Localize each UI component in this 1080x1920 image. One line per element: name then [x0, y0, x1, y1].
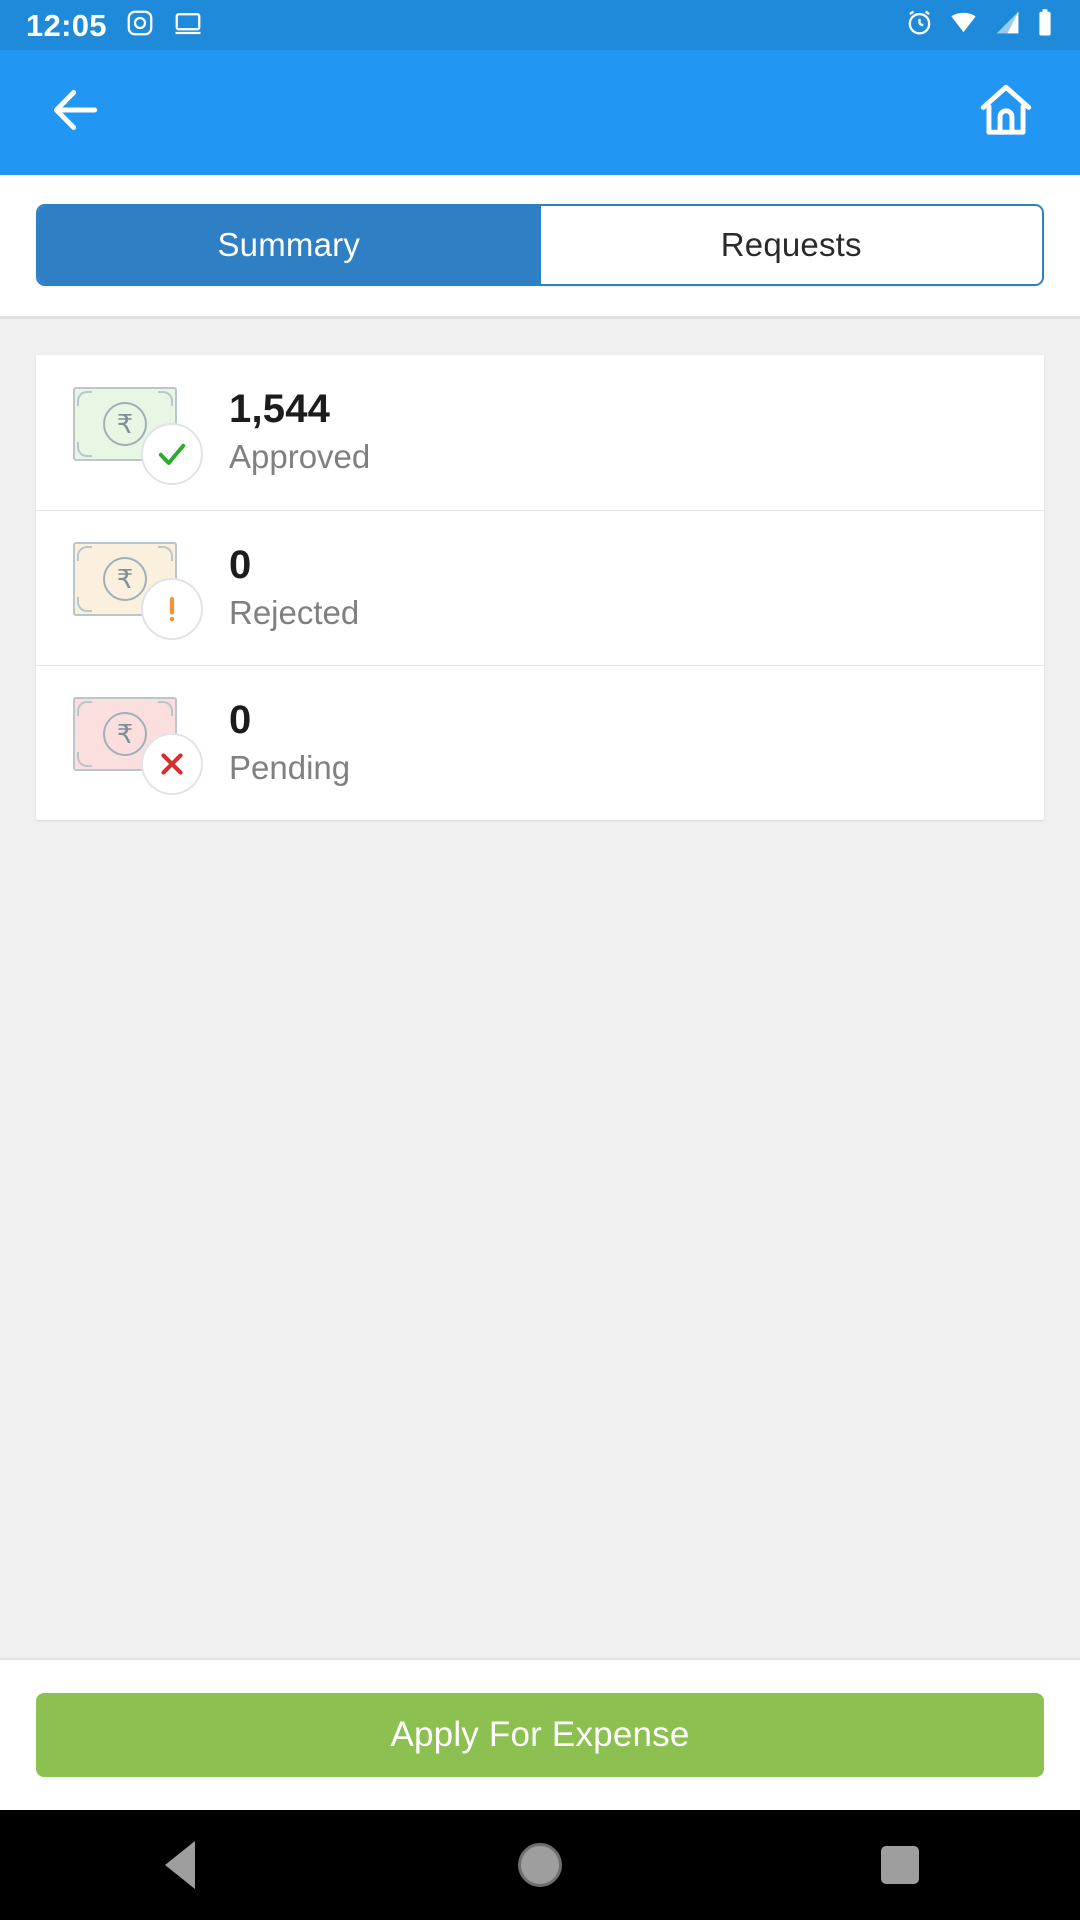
- cast-screen-icon: [173, 8, 203, 43]
- status-bar: 12:05: [0, 0, 1080, 50]
- approved-label: Approved: [229, 438, 371, 476]
- nav-recents-button[interactable]: [720, 1810, 1080, 1920]
- rejected-texts: 0 Rejected: [229, 543, 359, 633]
- close-x-icon: [141, 733, 203, 795]
- wifi-icon: [948, 8, 979, 42]
- approved-texts: 1,544 Approved: [229, 387, 370, 477]
- rupee-symbol: ₹: [103, 557, 147, 601]
- summary-row-pending[interactable]: ₹ 0 Pending: [36, 665, 1044, 820]
- tab-bar: Summary Requests: [0, 175, 1080, 316]
- battery-icon: [1036, 8, 1054, 43]
- camera-icon: [125, 8, 155, 43]
- cellular-signal-icon: [993, 8, 1022, 42]
- nav-back-button[interactable]: [0, 1810, 360, 1920]
- pending-value: 0: [229, 697, 252, 742]
- nav-home-icon: [518, 1843, 562, 1887]
- phone-screen: 12:05 Summary Requests ₹ 1,544 Approved …: [0, 0, 1080, 1920]
- back-arrow-icon: [48, 82, 104, 143]
- android-nav-bar: [0, 1810, 1080, 1920]
- status-bar-right: [905, 8, 1054, 43]
- tab-summary[interactable]: Summary: [38, 206, 540, 284]
- home-button[interactable]: [968, 75, 1044, 151]
- pending-texts: 0 Pending: [229, 698, 350, 788]
- rejected-value: 0: [229, 542, 252, 587]
- exclamation-icon: [141, 578, 203, 640]
- app-bar: [0, 50, 1080, 175]
- approved-value: 1,544: [229, 387, 331, 432]
- summary-row-approved[interactable]: ₹ 1,544 Approved: [36, 355, 1044, 510]
- tab-requests[interactable]: Requests: [539, 206, 1042, 284]
- nav-back-icon: [165, 1841, 195, 1889]
- tab-requests-label: Requests: [720, 226, 862, 263]
- summary-row-rejected[interactable]: ₹ 0 Rejected: [36, 510, 1044, 665]
- rejected-label: Rejected: [229, 593, 360, 631]
- back-button[interactable]: [38, 75, 114, 151]
- rupee-symbol: ₹: [103, 712, 147, 756]
- nav-recents-icon: [881, 1846, 919, 1884]
- status-bar-left: 12:05: [26, 8, 203, 43]
- nav-home-button[interactable]: [360, 1810, 720, 1920]
- summary-content: ₹ 1,544 Approved ₹ 0 Rejected ₹ 0 Pendin…: [0, 316, 1080, 1658]
- rupee-symbol: ₹: [103, 401, 147, 446]
- alarm-icon: [905, 8, 934, 42]
- check-icon: [141, 422, 203, 485]
- home-icon: [975, 79, 1037, 146]
- approved-banknote-icon: ₹: [68, 381, 203, 485]
- pending-banknote-icon: ₹: [68, 691, 203, 795]
- tab-summary-label: Summary: [217, 226, 361, 263]
- apply-for-expense-button[interactable]: Apply For Expense: [36, 1693, 1044, 1777]
- summary-card: ₹ 1,544 Approved ₹ 0 Rejected ₹ 0 Pendin…: [36, 355, 1044, 820]
- rejected-banknote-icon: ₹: [68, 536, 203, 640]
- pending-label: Pending: [229, 748, 351, 786]
- segmented-control: Summary Requests: [36, 204, 1044, 286]
- status-bar-clock: 12:05: [26, 7, 107, 43]
- bottom-action-bar: Apply For Expense: [0, 1658, 1080, 1810]
